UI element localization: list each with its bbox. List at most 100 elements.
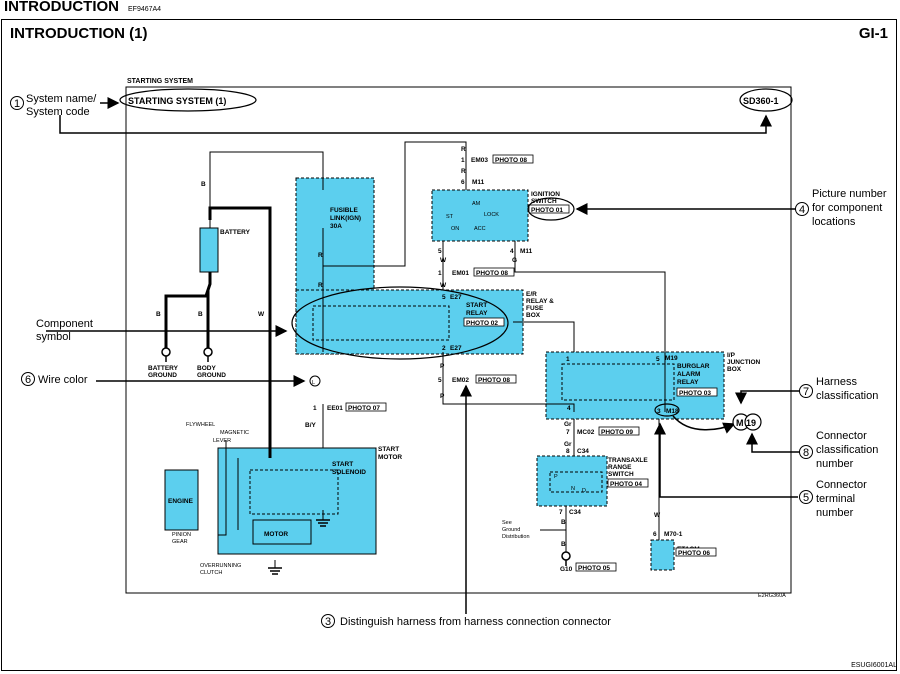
start-relay-label-2: RELAY: [466, 310, 488, 317]
connector-m11-top: M11: [472, 179, 485, 186]
wire-r-4: R: [461, 168, 466, 175]
burglar-relay-label-3: RELAY: [677, 379, 699, 386]
connector-e27-top: E27: [450, 294, 462, 301]
see-ground-label-2: Ground: [502, 527, 520, 533]
er-box-label-1: E/R: [526, 291, 537, 298]
page: { "header": { "title": "INTRODUCTION", "…: [0, 0, 900, 674]
transaxle-n: N: [571, 486, 575, 492]
transaxle-d: D: [582, 488, 586, 494]
wire-w-left: W: [258, 311, 265, 318]
callout-6-text: Wire color: [38, 374, 88, 386]
connector-ee01: EE01: [327, 405, 343, 412]
er-box-label-2: RELAY &: [526, 298, 554, 305]
callout-4-text-3: locations: [812, 216, 856, 228]
pin-e27-bottom: 2: [442, 345, 446, 352]
wire-gr-1: Gr: [564, 421, 572, 428]
wire-r-2: R: [318, 282, 323, 289]
system-label: STARTING SYSTEM: [127, 78, 193, 85]
wire-color-l: L: [312, 380, 315, 386]
wire-b-c34: B: [561, 519, 566, 526]
photo-08-top: PHOTO 08: [495, 157, 527, 164]
pin-c34-top: 8: [566, 448, 570, 455]
connector-m70: M70-1: [664, 531, 683, 538]
connector-m11-right: M11: [520, 248, 533, 255]
photo-04: PHOTO 04: [610, 481, 642, 488]
photo-08-em01: PHOTO 08: [476, 270, 508, 277]
wire-by: B/Y: [305, 422, 317, 429]
callout-7-text-2: classification: [816, 390, 878, 402]
overrunning-label-2: CLUTCH: [200, 570, 222, 576]
photo-09: PHOTO 09: [601, 429, 633, 436]
harness-example-letter: M: [736, 418, 744, 428]
ip-box-label-3: BOX: [727, 366, 742, 373]
start-solenoid-label-1: START: [332, 461, 353, 468]
overrunning-label-1: OVERRUNNING: [200, 563, 241, 569]
photo-01: PHOTO 01: [531, 207, 563, 214]
body-ground-label-2: GROUND: [197, 372, 226, 379]
burglar-relay-label-2: ALARM: [677, 371, 700, 378]
wire-w-1: W: [440, 257, 447, 264]
lever-label: LEVER: [213, 438, 231, 444]
system-name: STARTING SYSTEM (1): [128, 96, 226, 106]
pin-m11-left: 5: [438, 248, 442, 255]
start-solenoid-label-2: SOLENOID: [332, 469, 366, 476]
callout-2-text-2: symbol: [36, 331, 71, 343]
flywheel-label: FLYWHEEL: [186, 422, 215, 428]
callout-7-text-1: Harness: [816, 376, 857, 388]
callout-8-text-2: classification: [816, 444, 878, 456]
pinion-gear-label-1: PINION: [172, 532, 191, 538]
er-box-label-4: BOX: [526, 312, 541, 319]
wire-r-1: R: [318, 252, 323, 259]
callout-3: 3 Distinguish harness from harness conne…: [321, 614, 611, 628]
callout-5-text-1: Connector: [816, 479, 867, 491]
callout-8-number: 8: [803, 447, 809, 459]
pin-c34-bottom: 7: [559, 509, 563, 516]
fusible-link-label-2: LINK(IGN): [330, 215, 361, 222]
photo-03: PHOTO 03: [679, 390, 711, 397]
wire-r-3: R: [461, 146, 466, 153]
pin-m11-right: 4: [510, 248, 514, 255]
callout-1-text-2: System code: [26, 106, 90, 118]
engine-label: ENGINE: [168, 498, 194, 505]
start-motor-label-1: START: [378, 446, 399, 453]
figure-code: E2RG360A: [758, 593, 786, 599]
wire-w-etacm: W: [654, 512, 661, 519]
battery-label: BATTERY: [220, 229, 251, 236]
callout-4-text-2: for component: [812, 202, 882, 214]
ignition-lock: LOCK: [484, 212, 499, 218]
callout-3-text: Distinguish harness from harness connect…: [340, 616, 611, 628]
callout-7-number: 7: [803, 386, 809, 398]
wire-b-g10: B: [561, 541, 566, 548]
callout-4-text-1: Picture number: [812, 188, 887, 200]
pin-mc02: 7: [566, 429, 570, 436]
connector-c34-top: C34: [577, 448, 589, 455]
callout-5: 5 Connector terminal number: [799, 479, 867, 519]
connector-em02: EM02: [452, 377, 469, 384]
er-box-label-3: FUSE: [526, 305, 544, 312]
connector-e27-bottom: E27: [450, 345, 462, 352]
motor-label: MOTOR: [264, 531, 288, 538]
pin-ip-1: 1: [566, 356, 570, 363]
pin-m70: 6: [653, 531, 657, 538]
callout-6: 6 Wire color: [21, 372, 88, 386]
component-fills: [164, 177, 725, 571]
wire-p-1: P: [440, 363, 445, 370]
pin-ee01: 1: [313, 405, 317, 412]
wiring-diagram: STARTING SYSTEM STARTING SYSTEM (1) SD36…: [10, 78, 887, 628]
pin-e27-top: 5: [442, 294, 446, 301]
transaxle-label-1: TRANSAXLE: [608, 457, 648, 464]
callout-1: 1 System name/ System code: [10, 93, 97, 118]
ip-box-label-1: I/P: [727, 352, 736, 359]
connector-example-number: 19: [746, 418, 756, 428]
photo-07: PHOTO 07: [348, 405, 380, 412]
pinion-gear-label-2: GEAR: [172, 539, 188, 545]
photo-02: PHOTO 02: [466, 320, 498, 327]
battery-ground-label-2: GROUND: [148, 372, 177, 379]
wire-b-ground-2: B: [198, 311, 203, 318]
transaxle-label-3: SWITCH: [608, 471, 634, 478]
wire-b-ground-1: B: [156, 311, 161, 318]
callout-4-number: 4: [799, 204, 805, 216]
callout-4: 4 Picture number for component locations: [795, 188, 887, 228]
fusible-link-label-1: FUSIBLE: [330, 207, 358, 214]
battery-ground-label-1: BATTERY: [148, 365, 179, 372]
